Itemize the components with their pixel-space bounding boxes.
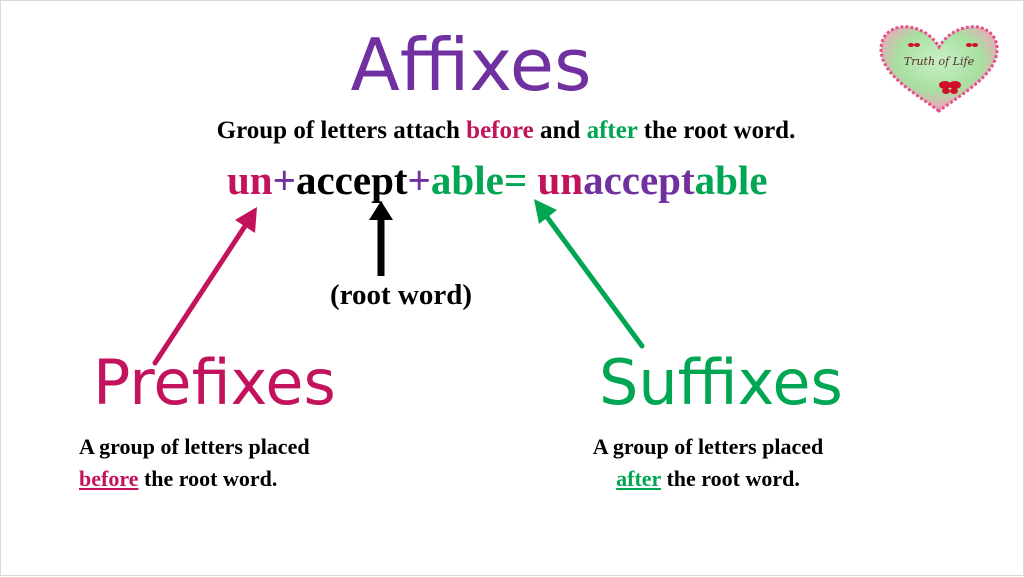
heart-butterfly-logo: Truth of Life (875, 23, 1003, 115)
slide: Affixes Group of letters attach before a… (0, 0, 1024, 576)
heart-logo-icon (879, 25, 999, 113)
suffix-arrow (534, 199, 645, 349)
prefix-arrow (152, 207, 257, 366)
root-arrow (369, 201, 393, 276)
logo-text: Truth of Life (903, 55, 975, 68)
arrows-layer (152, 199, 645, 366)
